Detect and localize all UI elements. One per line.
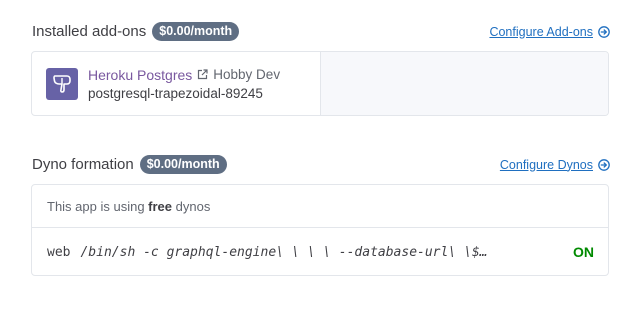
addon-text: Heroku Postgres Hobby Dev postgresql-tra…	[88, 67, 280, 101]
addon-resource-name: postgresql-trapezoidal-89245	[88, 85, 263, 101]
addon-name-link[interactable]: Heroku Postgres	[88, 67, 192, 83]
dynos-cost-badge: $0.00/month	[139, 155, 227, 174]
dyno-note-suffix: dynos	[172, 198, 211, 214]
arrow-circle-right-icon	[598, 25, 610, 38]
arrow-circle-right-icon	[598, 158, 610, 171]
configure-addons-link[interactable]: Configure Add-ons	[489, 25, 610, 39]
addons-header: Installed add-ons $0.00/month Configure …	[32, 22, 610, 41]
dyno-card: This app is using free dynos web /bin/sh…	[31, 184, 609, 276]
dyno-tier-note: This app is using free dynos	[32, 185, 608, 228]
postgres-elephant-icon	[46, 67, 78, 100]
addon-plan: Hobby Dev	[213, 67, 281, 82]
configure-addons-label: Configure Add-ons	[489, 24, 593, 39]
dyno-process-row[interactable]: web /bin/sh -c graphql-engine\ \ \ \ --d…	[32, 228, 608, 276]
dynos-title-group: Dyno formation $0.00/month	[32, 155, 227, 174]
addon-title-row: Heroku Postgres Hobby Dev	[88, 67, 280, 83]
dyno-process-type: web	[47, 244, 71, 260]
dyno-state-toggle[interactable]: ON	[573, 244, 594, 260]
external-link-icon[interactable]	[197, 69, 208, 80]
configure-dynos-label: Configure Dynos	[499, 157, 593, 172]
addon-item: Heroku Postgres Hobby Dev postgresql-tra…	[32, 52, 320, 115]
addons-cost-badge: $0.00/month	[152, 22, 240, 41]
dyno-note-tier: free	[148, 198, 173, 214]
addon-card: Heroku Postgres Hobby Dev postgresql-tra…	[31, 51, 609, 116]
dynos-title: Dyno formation	[32, 156, 134, 173]
dyno-note-prefix: This app is using	[47, 198, 149, 214]
addons-title: Installed add-ons	[32, 23, 147, 40]
addons-title-group: Installed add-ons $0.00/month	[32, 22, 240, 41]
addon-side-panel	[320, 52, 608, 115]
configure-dynos-link[interactable]: Configure Dynos	[500, 158, 610, 172]
dynos-header: Dyno formation $0.00/month Configure Dyn…	[32, 155, 610, 174]
dyno-process-command: /bin/sh -c graphql-engine\ \ \ \ --datab…	[80, 244, 488, 260]
